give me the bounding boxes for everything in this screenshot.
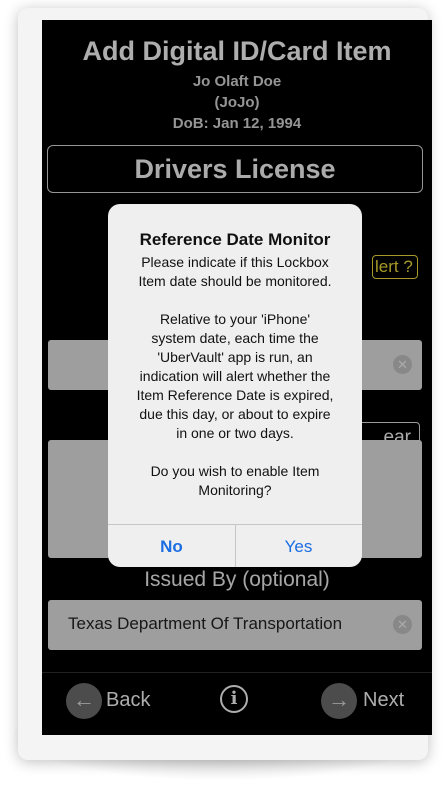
dialog-message-part-1: Please indicate if this Lockbox Item dat… (118, 253, 352, 291)
dialog-button-bar: No Yes (108, 524, 362, 567)
dialog-message-line: due this day, or about to expire (139, 406, 331, 422)
yes-button[interactable]: Yes (235, 525, 362, 567)
dialog-message-line: Item Reference Date is expired, (136, 387, 334, 403)
dialog-message-line: in one or two days. (176, 425, 294, 441)
dialog-message-line: Please indicate if this Lockbox (141, 254, 329, 270)
dialog-message-line: indication will alert whether the (139, 368, 331, 384)
reference-date-alert-dialog: Reference Date Monitor Please indicate i… (108, 204, 362, 567)
dialog-title: Reference Date Monitor (139, 230, 331, 249)
dialog-message-part-2: Relative to your 'iPhone' system date, e… (118, 310, 352, 443)
dialog-message-line: 'UberVault' app is run, an (157, 349, 313, 365)
app-screen: Add Digital ID/Card Item Jo Olaft Doe (J… (42, 20, 432, 735)
dialog-message-line: Do you wish to enable Item (150, 463, 320, 479)
no-button[interactable]: No (108, 525, 235, 567)
dialog-message-line: system date, each time the (151, 330, 319, 346)
dialog-message-part-3: Do you wish to enable Item Monitoring? (118, 462, 352, 500)
dialog-message-line: Relative to your 'iPhone' (159, 311, 311, 327)
dialog-message-line: Item date should be monitored. (138, 273, 332, 289)
dialog-message-line: Monitoring? (198, 482, 272, 498)
